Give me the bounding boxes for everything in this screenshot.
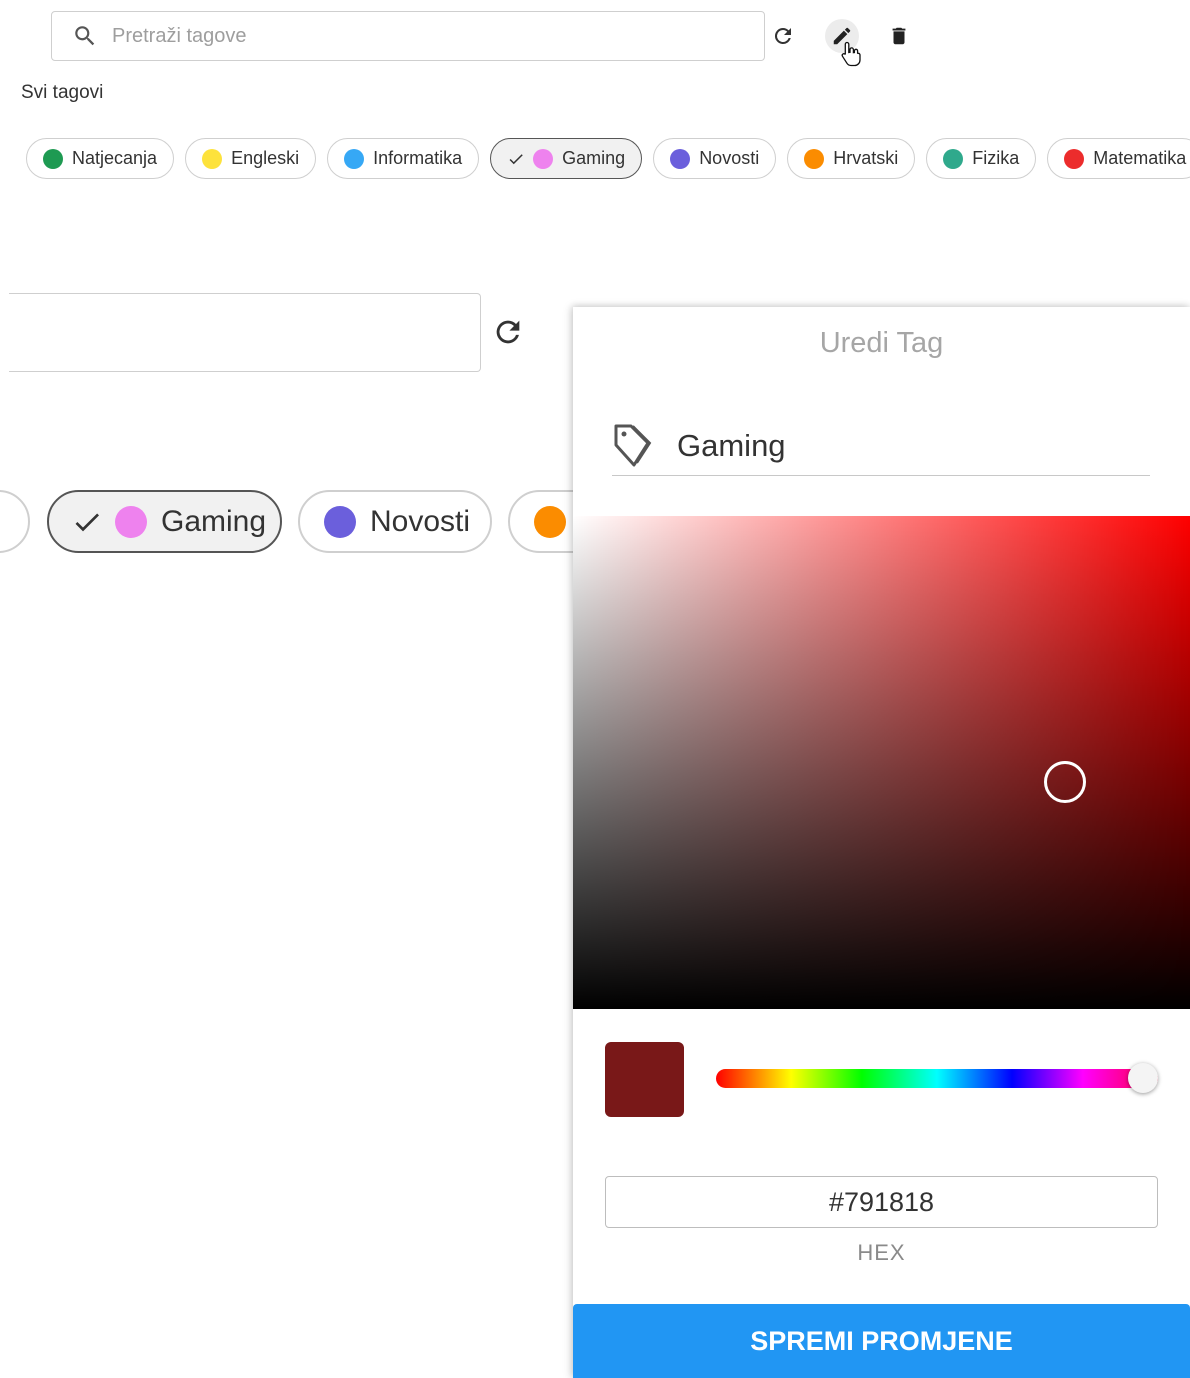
tag-name-input[interactable] [675, 427, 1139, 465]
delete-button[interactable] [887, 23, 911, 49]
tag-chip-selected[interactable]: Gaming [490, 138, 643, 179]
tag-chip-partial [0, 490, 30, 553]
save-changes-button[interactable]: SPREMI PROMJENE [573, 1304, 1190, 1378]
color-dot [533, 148, 554, 169]
trash-icon [892, 27, 906, 45]
color-dot [670, 148, 691, 169]
color-dot [1064, 148, 1085, 169]
tag-chip[interactable]: Natjecanja [26, 138, 175, 179]
section-title: Svi tagovi [21, 82, 104, 103]
hex-input[interactable]: #791818 [605, 1176, 1158, 1228]
refresh-icon [774, 27, 791, 44]
color-dot [534, 505, 566, 538]
tag-chip[interactable]: Hrvatski [787, 138, 916, 179]
search-icon [72, 23, 98, 49]
color-dot [324, 505, 356, 538]
color-dot [43, 148, 63, 169]
tag-chip: Novosti [298, 490, 492, 553]
color-dot [115, 505, 147, 538]
tag-chip-selected: Gaming [47, 490, 282, 553]
zoomed-refresh-button [490, 314, 526, 350]
check-icon [507, 150, 525, 168]
tag-chip[interactable]: Engleski [185, 138, 317, 179]
color-dot [804, 148, 825, 169]
tag-icon [612, 422, 652, 470]
color-picker-cursor[interactable] [1044, 761, 1086, 803]
refresh-button[interactable] [769, 22, 797, 50]
tag-chip-list: Natjecanja Engleski Informatika Gaming N… [26, 138, 1190, 179]
search-field[interactable] [51, 11, 765, 61]
color-dot [202, 148, 223, 169]
color-dot [943, 148, 964, 169]
color-preview-swatch [605, 1042, 684, 1117]
zoomed-search-field [9, 293, 481, 372]
hand-cursor-icon [841, 41, 861, 67]
search-input[interactable] [110, 23, 714, 49]
tag-chip[interactable]: Novosti [653, 138, 777, 179]
edit-tag-panel: Uredi Tag #791818 HEX SPREMI PROMJENE [573, 307, 1190, 1378]
tag-name-field[interactable] [612, 417, 1150, 476]
refresh-icon [496, 320, 520, 344]
tag-chip[interactable]: Matematika [1047, 138, 1190, 179]
panel-title: Uredi Tag [819, 327, 944, 359]
check-icon [71, 506, 103, 538]
color-dot [344, 148, 365, 169]
hex-label: HEX [857, 1240, 906, 1265]
saturation-value-picker[interactable] [573, 516, 1190, 1009]
hue-slider-thumb[interactable] [1128, 1063, 1158, 1093]
hue-slider[interactable] [716, 1063, 1158, 1093]
tag-chip[interactable]: Informatika [327, 138, 480, 179]
tag-chip[interactable]: Fizika [926, 138, 1037, 179]
